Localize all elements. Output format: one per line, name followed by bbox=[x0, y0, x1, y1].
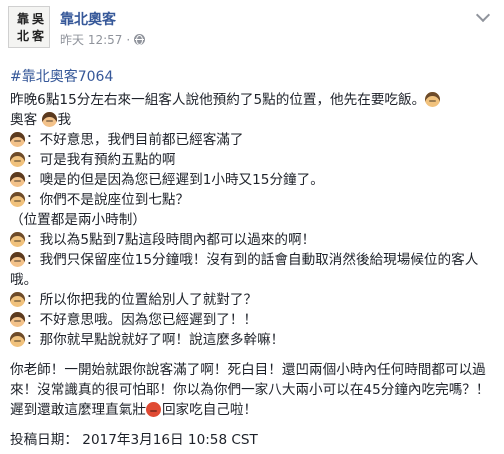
dialogue-text: ：我們只保留座位15分鐘哦！沒有到的話會自動取消然後給現場候位的客人哦。 bbox=[10, 252, 479, 288]
rant-text: 回家吃自己啦！ bbox=[161, 402, 258, 418]
woman-emoji-icon bbox=[10, 132, 25, 147]
post-timestamp[interactable]: 昨天 12:57 bbox=[60, 31, 122, 48]
dialogue-line: ：不好意思，我們目前都已經客滿了 bbox=[10, 130, 494, 150]
globe-icon bbox=[134, 34, 146, 45]
dialogue-text: （位置都是兩小時制） bbox=[10, 212, 146, 228]
dialogue-line: ：你們不是說座位到七點？ bbox=[10, 190, 494, 210]
intro-text: 昨晚6點15分左右來一組客人說他預約了5點的位置，他先在要吃飯。 bbox=[10, 92, 426, 108]
intro-line: 昨晚6點15分左右來一組客人說他預約了5點的位置，他先在要吃飯。 bbox=[10, 90, 494, 110]
dialogue-text: ：噢是的但是因為您已經遲到1小時又15分鐘了。 bbox=[26, 172, 324, 188]
posted-date: 投稿日期： 2017年3月16日 10:58 CST bbox=[10, 432, 258, 448]
dialogue-text: ：你們不是說座位到七點？ bbox=[26, 192, 190, 208]
angry-emoji-icon bbox=[145, 402, 161, 417]
dialogue-line: ：那你就早點說就好了啊！說這麼多幹嘛！ bbox=[10, 330, 494, 350]
avatar-glyph: 吳 bbox=[32, 12, 45, 26]
woman-emoji-icon bbox=[10, 252, 25, 267]
page-avatar[interactable]: 靠 吳 北 客 bbox=[8, 6, 50, 48]
avatar-glyph: 北 bbox=[17, 29, 30, 43]
hashtag-link[interactable]: #靠北奧客7064 bbox=[10, 66, 113, 86]
dialogue-line: ：我以為5點到7點這段時間內都可以過來的啊！ bbox=[10, 230, 494, 250]
man-emoji-icon bbox=[10, 232, 25, 247]
dialogue-text: ：所以你把我的位置給別人了就對了？ bbox=[26, 292, 258, 308]
dialogue-line: （位置都是兩小時制） bbox=[10, 210, 494, 230]
man-emoji-icon bbox=[425, 92, 441, 107]
dialogue-line: ：可是我有預約五點的啊 bbox=[10, 150, 494, 170]
man-emoji-icon bbox=[10, 332, 25, 347]
page-name-link[interactable]: 靠北奧客 bbox=[60, 9, 116, 29]
post-header: 靠 吳 北 客 靠北奧客 昨天 12:57 · bbox=[8, 6, 491, 56]
avatar-glyph: 靠 bbox=[17, 12, 30, 26]
dialogue-line: ：噢是的但是因為您已經遲到1小時又15分鐘了。 bbox=[10, 170, 494, 190]
rant-paragraph: 你老師！一開始就跟你說客滿了啊！死白目！還凹兩個小時內任何時間都可以過來！沒常識… bbox=[10, 360, 494, 420]
dialogue-line: ：所以你把我的位置給別人了就對了？ bbox=[10, 290, 494, 310]
post-card: 靠 吳 北 客 靠北奧客 昨天 12:57 · #靠北奧客7064 昨晚6點15… bbox=[0, 0, 504, 454]
post-body: 昨晚6點15分左右來一組客人說他預約了5點的位置，他先在要吃飯。 奧客 我 ：不… bbox=[10, 90, 494, 450]
man-emoji-icon bbox=[10, 292, 25, 307]
chevron-down-icon[interactable] bbox=[475, 7, 491, 23]
post-meta: 昨天 12:57 · bbox=[60, 31, 146, 48]
man-emoji-icon bbox=[10, 192, 25, 207]
avatar-glyph: 客 bbox=[32, 29, 45, 43]
woman-emoji-icon bbox=[10, 312, 25, 327]
intro-line: 奧客 我 bbox=[10, 110, 494, 130]
dialogue-line: ：不好意思哦。因為您已經遲到了！！ bbox=[10, 310, 494, 330]
intro-label: 我 bbox=[57, 112, 72, 128]
woman-emoji-icon bbox=[41, 112, 57, 127]
dialogue-text: ：那你就早點說就好了啊！說這麼多幹嘛！ bbox=[26, 332, 285, 348]
dialogue-text: ：不好意思，我們目前都已經客滿了 bbox=[26, 132, 244, 148]
woman-emoji-icon bbox=[10, 172, 25, 187]
man-emoji-icon bbox=[10, 152, 25, 167]
intro-label: 奧客 bbox=[10, 112, 38, 128]
dialogue-text: ：可是我有預約五點的啊 bbox=[26, 152, 176, 168]
dialogue-text: ：我以為5點到7點這段時間內都可以過來的啊！ bbox=[26, 232, 316, 248]
dialogue-text: ：不好意思哦。因為您已經遲到了！！ bbox=[26, 312, 258, 328]
dialogue-line: ：我們只保留座位15分鐘哦！沒有到的話會自動取消然後給現場候位的客人哦。 bbox=[10, 250, 494, 290]
